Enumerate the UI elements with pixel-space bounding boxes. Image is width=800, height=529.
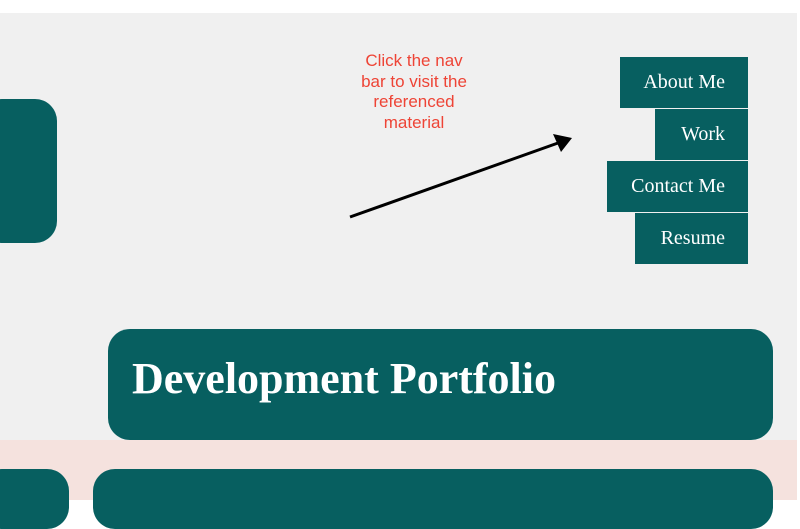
bottom-left-card xyxy=(0,469,69,529)
nav-item-about-me[interactable]: About Me xyxy=(620,57,748,108)
nav-item-work[interactable]: Work xyxy=(655,109,748,160)
title-card: Development Portfolio xyxy=(108,329,773,440)
page-title: Development Portfolio xyxy=(132,354,556,403)
nav-item-resume[interactable]: Resume xyxy=(635,213,748,264)
nav-hint-annotation: Click the nav bar to visit the reference… xyxy=(361,51,467,132)
bottom-main-card xyxy=(93,469,773,529)
left-decorative-card xyxy=(0,99,57,243)
nav-item-contact-me[interactable]: Contact Me xyxy=(607,161,748,212)
